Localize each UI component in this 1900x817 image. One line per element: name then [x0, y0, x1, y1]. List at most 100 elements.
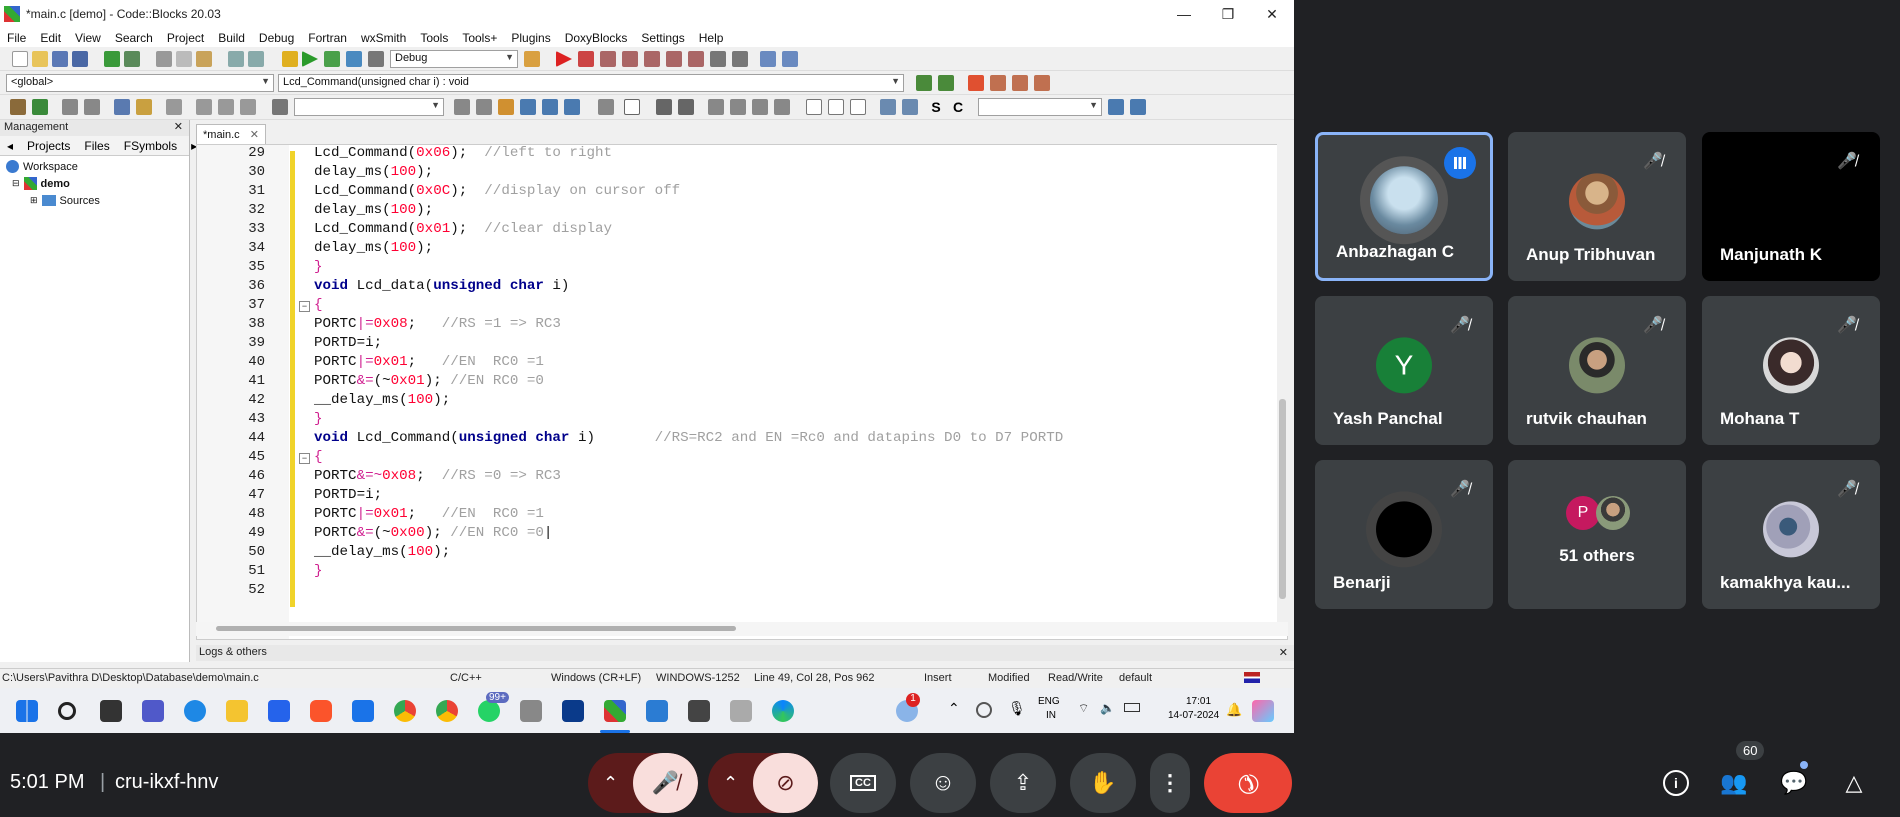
doxy-chm-icon[interactable]: [136, 99, 152, 115]
redo-icon[interactable]: [124, 51, 140, 67]
taskbar-date[interactable]: 14-07-2024: [1168, 710, 1219, 721]
battery-icon[interactable]: [1124, 703, 1140, 712]
code-line[interactable]: }: [314, 411, 323, 427]
table-b-icon[interactable]: [730, 99, 746, 115]
show-target-icon[interactable]: [524, 51, 540, 67]
match-word-icon[interactable]: [564, 99, 580, 115]
menu-doxyblocks[interactable]: DoxyBlocks: [558, 31, 635, 45]
meeting-info-button[interactable]: i: [1648, 755, 1704, 811]
code-line[interactable]: void Lcd_Command(unsigned char i) //RS=R…: [314, 430, 1063, 446]
raise-hand-button[interactable]: ✋: [1070, 753, 1136, 813]
others-tile[interactable]: P 51 others: [1508, 460, 1686, 609]
task-view-icon[interactable]: [100, 700, 122, 722]
copy-icon[interactable]: [176, 51, 192, 67]
code-line[interactable]: Lcd_Command(0x06); //left to right: [314, 145, 612, 161]
menu-edit[interactable]: Edit: [33, 31, 68, 45]
block-comment-icon[interactable]: [62, 99, 78, 115]
search-combo[interactable]: ▼: [978, 98, 1102, 116]
participant-tile[interactable]: Y 🎤̸ Yash Panchal: [1315, 296, 1493, 445]
search-options-icon[interactable]: [1130, 99, 1146, 115]
bookmark-prev-icon[interactable]: [990, 75, 1006, 91]
scroll-thumb[interactable]: [216, 626, 736, 631]
logs-panel-header[interactable]: Logs & others ✕: [196, 645, 1294, 661]
build-target-select[interactable]: Debug ▼: [390, 50, 518, 68]
paste-icon[interactable]: [196, 51, 212, 67]
volume-icon[interactable]: 🔈: [1100, 701, 1115, 715]
compiler-select[interactable]: ▼: [294, 98, 444, 116]
code-line[interactable]: }: [314, 563, 323, 579]
code-line[interactable]: void Lcd_data(unsigned char i): [314, 278, 569, 294]
emoji-button[interactable]: ☺: [910, 753, 976, 813]
captions-button[interactable]: CC: [830, 753, 896, 813]
debug-info-icon[interactable]: [782, 51, 798, 67]
code-line[interactable]: PORTD=i;: [314, 335, 382, 351]
participant-tile[interactable]: 🎤̸ kamakhya kau...: [1702, 460, 1880, 609]
edge-icon[interactable]: [772, 700, 794, 722]
close-icon[interactable]: ✕: [174, 120, 183, 133]
code-line[interactable]: PORTC&=(~0x00); //EN RC0 =0|: [314, 525, 552, 541]
region-label[interactable]: IN: [1046, 710, 1056, 721]
step-into-icon[interactable]: [622, 51, 638, 67]
search-icon[interactable]: [1108, 99, 1124, 115]
box-c-icon[interactable]: [850, 99, 866, 115]
save-icon[interactable]: [52, 51, 68, 67]
leave-call-button[interactable]: ✆: [1204, 753, 1292, 813]
chevron-left-icon[interactable]: ◂: [0, 139, 20, 153]
frame-icon[interactable]: [624, 99, 640, 115]
present-button[interactable]: ⇪: [990, 753, 1056, 813]
brave-icon[interactable]: [310, 700, 332, 722]
image-viewer-icon[interactable]: [646, 700, 668, 722]
participant-tile[interactable]: 🎤̸ rutvik chauhan: [1508, 296, 1686, 445]
copilot-icon[interactable]: [1252, 700, 1274, 722]
tab-fsymbols[interactable]: FSymbols: [117, 139, 184, 153]
rebuild-icon[interactable]: [346, 51, 362, 67]
prev-icon[interactable]: [454, 99, 470, 115]
stop-debug-icon[interactable]: [732, 51, 748, 67]
thread-search-icon[interactable]: [520, 99, 536, 115]
participant-tile[interactable]: Anbazhagan C: [1315, 132, 1493, 281]
code-line[interactable]: PORTC&=(~0x01); //EN RC0 =0: [314, 373, 544, 389]
code-line[interactable]: __delay_ms(100);: [314, 544, 450, 560]
horizontal-scrollbar[interactable]: [196, 622, 1288, 636]
file-explorer-icon[interactable]: [226, 700, 248, 722]
find-icon[interactable]: [228, 51, 244, 67]
table-d-icon[interactable]: [774, 99, 790, 115]
menu-debug[interactable]: Debug: [252, 31, 301, 45]
regex-icon[interactable]: [542, 99, 558, 115]
open-icon[interactable]: [32, 51, 48, 67]
wifi-icon[interactable]: ⌔: [1078, 701, 1089, 716]
code-editor[interactable]: 29 30 31 32 33 34 35 36 37 38 39 40 41 42 43 44 45 46 47 48…: [196, 144, 1288, 640]
scope-select[interactable]: <global> ▼: [6, 74, 274, 92]
editor-tab-main-c[interactable]: *main.c ✕: [196, 124, 266, 144]
tree-item-sources[interactable]: ⊞ Sources: [6, 192, 189, 209]
sync-icon[interactable]: [976, 702, 992, 718]
doxy-wizard-icon[interactable]: [10, 99, 26, 115]
code-line[interactable]: Lcd_Command(0x0C); //display on cursor o…: [314, 183, 680, 199]
participant-tile[interactable]: 🎤̸ Mohana T: [1702, 296, 1880, 445]
code-line[interactable]: {: [314, 297, 323, 313]
fortran-record-icon[interactable]: [218, 99, 234, 115]
bookmark-clear-icon[interactable]: [1034, 75, 1050, 91]
code-line[interactable]: PORTC|=0x01; //EN RC0 =1: [314, 354, 544, 370]
code-line[interactable]: }: [314, 259, 323, 275]
close-tab-icon[interactable]: ✕: [250, 129, 259, 141]
new-file-icon[interactable]: [12, 51, 28, 67]
activities-button[interactable]: △: [1826, 755, 1882, 811]
menu-tools-plus[interactable]: Tools+: [455, 31, 504, 45]
teams-icon[interactable]: [142, 700, 164, 722]
box-a-icon[interactable]: [806, 99, 822, 115]
bell-icon[interactable]: 🔔: [1226, 702, 1242, 718]
code-line[interactable]: PORTC|=0x08; //RS =1 => RC3: [314, 316, 561, 332]
code-line[interactable]: delay_ms(100);: [314, 240, 433, 256]
line-comment-icon[interactable]: [84, 99, 100, 115]
tab-projects[interactable]: Projects: [20, 139, 77, 153]
menu-plugins[interactable]: Plugins: [504, 31, 557, 45]
run-to-cursor-icon[interactable]: [578, 51, 594, 67]
mic-options-button[interactable]: ⌃: [588, 753, 633, 813]
code-line[interactable]: PORTC|=0x01; //EN RC0 =1: [314, 506, 544, 522]
close-button[interactable]: ✕: [1250, 0, 1294, 28]
next-line-icon[interactable]: [600, 51, 616, 67]
step-instruction-icon[interactable]: [688, 51, 704, 67]
code-line[interactable]: Lcd_Command(0x01); //clear display: [314, 221, 612, 237]
whatsapp-icon[interactable]: [478, 700, 500, 722]
